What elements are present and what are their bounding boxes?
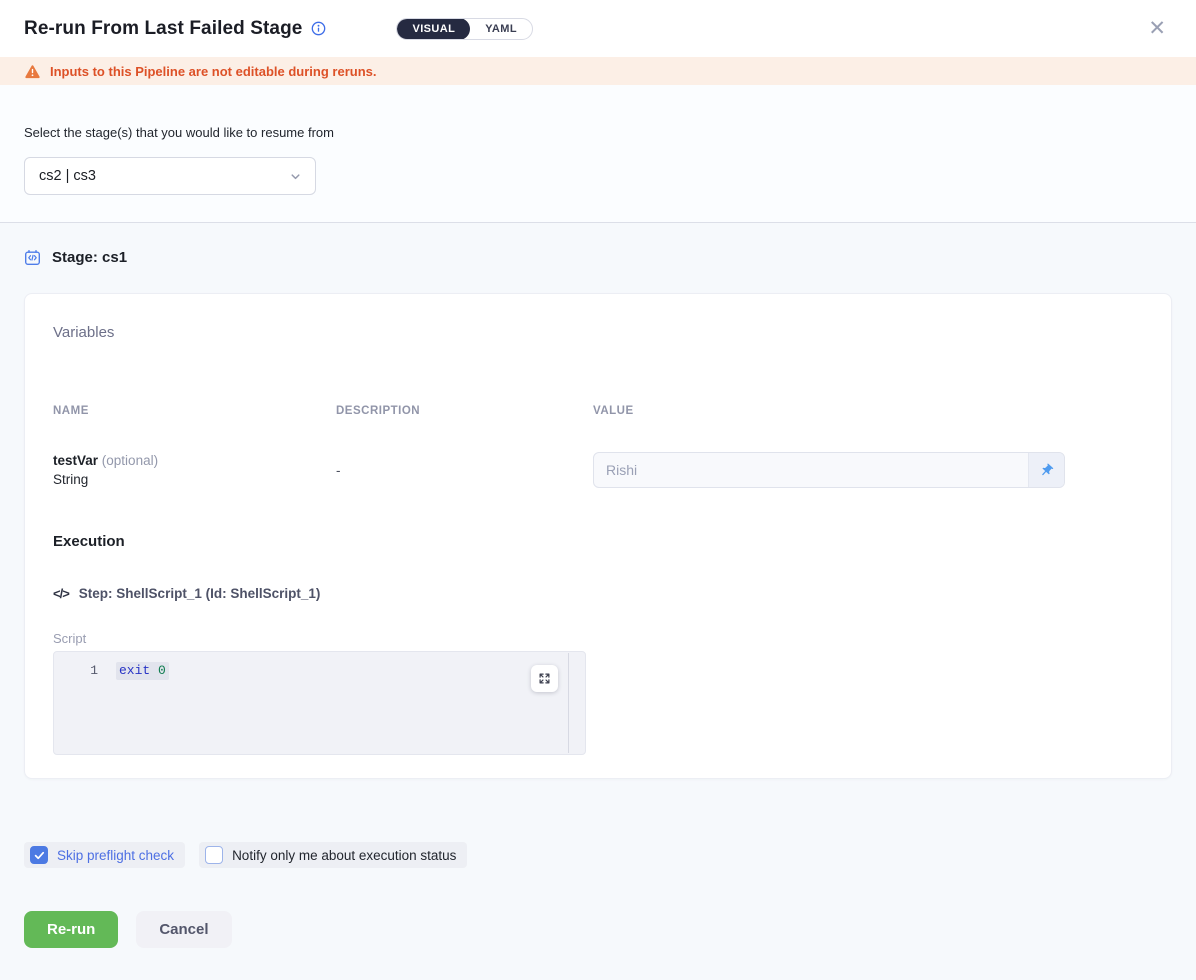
- rerun-modal: Re-run From Last Failed Stage VISUAL YAM…: [0, 0, 1196, 980]
- stage-select-label: Select the stage(s) that you would like …: [24, 125, 1172, 140]
- options-row: Skip preflight check Notify only me abou…: [24, 842, 1172, 868]
- skip-preflight-option[interactable]: Skip preflight check: [24, 842, 185, 868]
- step-row: </> Step: ShellScript_1 (Id: ShellScript…: [53, 586, 1143, 601]
- visual-yaml-toggle: VISUAL YAML: [396, 18, 533, 40]
- warning-text: Inputs to this Pipeline are not editable…: [50, 64, 376, 79]
- column-header-name: NAME: [53, 405, 336, 417]
- variable-value-cell: [593, 452, 1143, 488]
- modal-title: Re-run From Last Failed Stage: [24, 18, 302, 40]
- rerun-button[interactable]: Re-run: [24, 911, 118, 948]
- variables-header-row: NAME DESCRIPTION VALUE: [53, 405, 1143, 417]
- stage-card: Variables NAME DESCRIPTION VALUE testVar…: [24, 293, 1172, 779]
- step-title: Step: ShellScript_1 (Id: ShellScript_1): [79, 586, 321, 601]
- code-icon: </>: [53, 586, 69, 601]
- warning-banner: Inputs to this Pipeline are not editable…: [0, 57, 1196, 85]
- variable-row: testVar (optional) String -: [53, 451, 1143, 489]
- pin-icon[interactable]: [1028, 453, 1064, 487]
- variables-heading: Variables: [53, 324, 1143, 341]
- toggle-yaml[interactable]: YAML: [470, 18, 532, 40]
- stage-icon: [24, 249, 41, 266]
- column-header-description: DESCRIPTION: [336, 405, 593, 417]
- variable-type: String: [53, 470, 336, 489]
- close-icon[interactable]: ✕: [1142, 16, 1172, 41]
- skip-preflight-checkbox[interactable]: [30, 846, 48, 864]
- warning-triangle-icon: [25, 64, 40, 79]
- stage-select-value: cs2 | cs3: [39, 168, 288, 184]
- variable-optional-tag: (optional): [102, 453, 158, 468]
- stage-select-dropdown[interactable]: cs2 | cs3: [24, 157, 316, 195]
- actions-row: Re-run Cancel: [24, 911, 1172, 948]
- modal-header: Re-run From Last Failed Stage VISUAL YAM…: [0, 0, 1196, 57]
- info-icon[interactable]: [311, 21, 326, 36]
- variable-name-cell: testVar (optional) String: [53, 451, 336, 489]
- execution-heading: Execution: [53, 533, 1143, 550]
- line-number: 1: [54, 662, 116, 680]
- chevron-down-icon: [288, 169, 303, 184]
- notify-only-me-checkbox[interactable]: [205, 846, 223, 864]
- notify-only-me-option[interactable]: Notify only me about execution status: [199, 842, 467, 868]
- script-label: Script: [53, 631, 1143, 646]
- stage-select-section: Select the stage(s) that you would like …: [0, 85, 1196, 223]
- code-keyword: exit: [119, 663, 150, 678]
- editor-scrollbar[interactable]: [568, 653, 569, 753]
- cancel-button[interactable]: Cancel: [136, 911, 231, 948]
- code-text: exit 0: [116, 662, 169, 680]
- stage-title-row: Stage: cs1: [24, 223, 1172, 266]
- toggle-visual[interactable]: VISUAL: [397, 18, 470, 40]
- variable-name: testVar: [53, 453, 98, 468]
- variable-description: -: [336, 463, 593, 478]
- code-argument: 0: [158, 663, 166, 678]
- stage-title: Stage: cs1: [52, 249, 127, 266]
- code-line: 1 exit 0: [54, 652, 585, 680]
- variable-value-input[interactable]: [594, 453, 1028, 487]
- skip-preflight-label: Skip preflight check: [57, 848, 174, 863]
- script-code-editor[interactable]: 1 exit 0: [53, 651, 586, 755]
- notify-only-me-label: Notify only me about execution status: [232, 848, 456, 863]
- variable-value-input-group: [593, 452, 1065, 488]
- checkmark-icon: [33, 849, 46, 862]
- expand-icon[interactable]: [531, 665, 558, 692]
- column-header-value: VALUE: [593, 405, 1143, 417]
- modal-body: Stage: cs1 Variables NAME DESCRIPTION VA…: [0, 223, 1196, 980]
